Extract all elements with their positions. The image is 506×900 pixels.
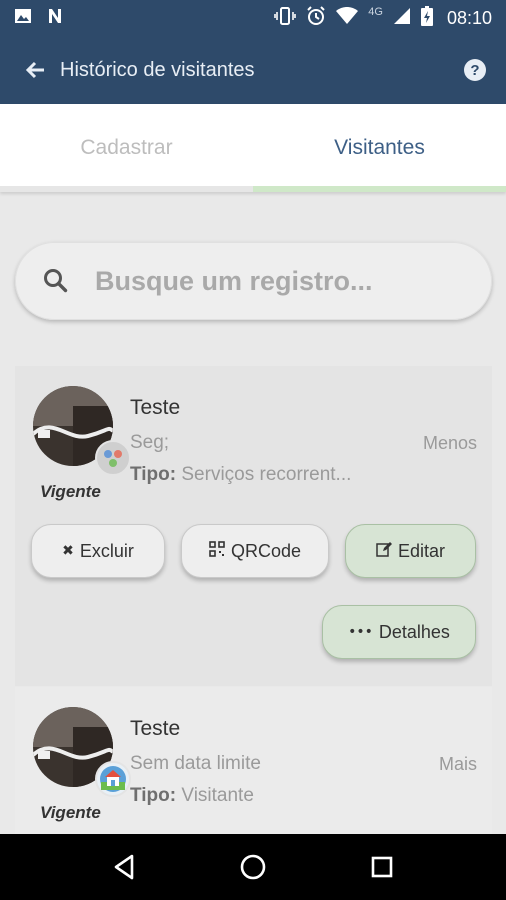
- details-button[interactable]: ••• Detalhes: [322, 605, 476, 659]
- type-value: Visitante: [181, 785, 254, 806]
- navigation-bar: [0, 834, 506, 900]
- services-badge-icon: [95, 440, 131, 476]
- page-title: Histórico de visitantes: [60, 58, 255, 81]
- close-icon: ✖: [62, 543, 74, 559]
- visitor-card[interactable]: Vigente Teste Seg; Menos Tipo: Serviços …: [15, 366, 492, 686]
- arrow-left-icon[interactable]: [22, 57, 48, 83]
- more-icon: •••: [348, 624, 373, 640]
- tab-bar: Cadastrar Visitantes: [0, 104, 506, 192]
- visitor-period: Sem data limite: [130, 753, 261, 774]
- type-value: Serviços recorrent...: [181, 464, 352, 485]
- qrcode-button[interactable]: QRCode: [181, 524, 329, 578]
- avatar-container: [33, 386, 131, 476]
- details-label: Detalhes: [378, 621, 450, 642]
- help-icon[interactable]: ?: [464, 59, 486, 81]
- tab-indicator-active: [253, 186, 506, 192]
- search-bar[interactable]: [15, 242, 492, 320]
- alarm-icon: [306, 5, 326, 31]
- app-bar: Histórico de visitantes ?: [0, 36, 506, 104]
- visitor-level: Mais: [438, 754, 477, 774]
- status-label: Vigente: [40, 803, 101, 822]
- qrcode-icon: [209, 541, 225, 561]
- battery-icon: [420, 5, 433, 31]
- home-badge-icon: [95, 761, 131, 797]
- visitor-type: Tipo: Visitante: [130, 785, 254, 807]
- edit-button[interactable]: Editar: [345, 524, 476, 578]
- visitor-type: Tipo: Serviços recorrent...: [130, 464, 351, 486]
- signal-icon: [393, 7, 411, 30]
- vibrate-icon: [274, 6, 297, 30]
- edit-label: Editar: [397, 540, 446, 561]
- status-label: Vigente: [40, 482, 101, 501]
- visitor-period: Seg;: [130, 432, 170, 453]
- avatar-container: [33, 707, 131, 797]
- visitor-name: Teste: [130, 717, 181, 740]
- visitor-name: Teste: [130, 396, 181, 419]
- tab-indicator: [0, 186, 253, 192]
- clock: 08:10: [446, 7, 492, 28]
- type-label: Tipo:: [130, 785, 177, 806]
- tab-label: Cadastrar: [80, 136, 173, 159]
- search-icon: [43, 268, 69, 294]
- type-label: Tipo:: [130, 464, 177, 485]
- n-app-icon: [46, 7, 64, 29]
- search-input[interactable]: [95, 265, 455, 297]
- tab-label: Visitantes: [334, 136, 425, 159]
- wifi-icon: [336, 6, 359, 30]
- home-circle-icon[interactable]: [233, 847, 273, 887]
- image-icon: [14, 7, 32, 29]
- edit-icon: [376, 541, 392, 561]
- delete-button[interactable]: ✖ Excluir: [31, 524, 165, 578]
- visitor-level: Menos: [422, 433, 477, 453]
- delete-label: Excluir: [79, 540, 134, 561]
- visitor-card[interactable]: Vigente Teste Sem data limite Mais Tipo:…: [15, 687, 492, 837]
- tab-visitantes[interactable]: Visitantes: [253, 104, 506, 192]
- back-triangle-icon[interactable]: [104, 847, 144, 887]
- qrcode-label: QRCode: [230, 540, 302, 561]
- network-type: 4G: [368, 6, 383, 18]
- tab-cadastrar[interactable]: Cadastrar: [0, 104, 253, 192]
- recents-square-icon[interactable]: [362, 847, 402, 887]
- status-bar: 4G 08:10: [0, 0, 506, 36]
